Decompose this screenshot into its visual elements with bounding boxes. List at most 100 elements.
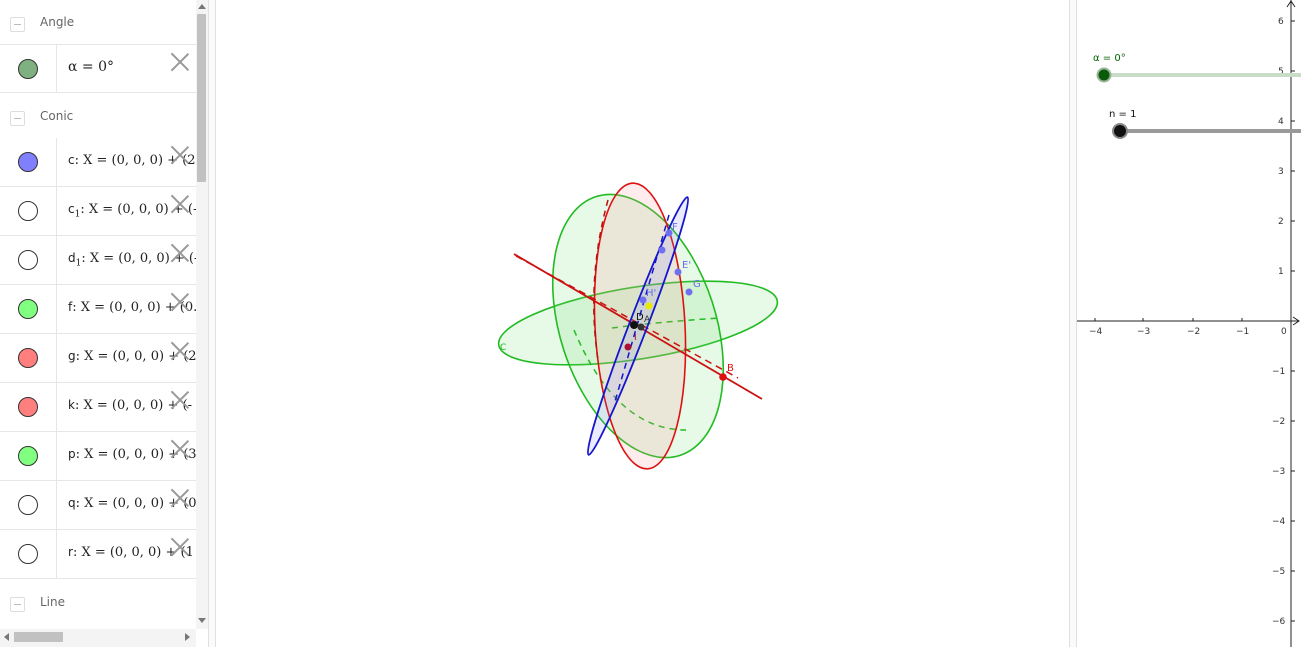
delete-icon[interactable] — [170, 242, 190, 262]
object-name: g — [68, 349, 76, 363]
delete-icon[interactable] — [170, 438, 190, 458]
scroll-down-arrow-icon[interactable] — [198, 618, 206, 623]
algebra-row-alpha[interactable]: α = 0° — [0, 44, 196, 93]
visibility-toggle[interactable] — [0, 334, 57, 382]
algebra-vertical-scrollbar[interactable] — [196, 0, 208, 629]
algebra-row-conic[interactable]: g: X = (0, 0, 0) + (2 — [0, 334, 196, 383]
group-header-line[interactable]: Line — [0, 580, 196, 628]
delete-icon[interactable] — [170, 340, 190, 360]
group-title-line: Line — [40, 595, 66, 609]
point-yellow[interactable] — [645, 302, 653, 310]
point-B[interactable] — [719, 373, 727, 381]
scroll-up-arrow-icon[interactable] — [198, 4, 206, 9]
y-tick-label: −5 — [1272, 567, 1285, 577]
graphics-3d-view[interactable]: F E' G H' D A' B I C — [216, 0, 1070, 647]
x-tick-label: −2 — [1187, 327, 1200, 337]
y-tick-label: 6 — [1278, 17, 1284, 27]
visibility-toggle[interactable] — [0, 187, 57, 235]
algebra-row-conic[interactable]: p: X = (0, 0, 0) + (3 — [0, 432, 196, 481]
label-E: E' — [682, 260, 691, 271]
algebra-row-conic[interactable]: f: X = (0, 0, 0) + (0. — [0, 285, 196, 334]
x-tick-label: −3 — [1137, 327, 1150, 337]
y-tick-label: 4 — [1278, 117, 1284, 127]
graphics-2d-view[interactable]: −4 −3 −2 −1 0 6 5 4 3 2 1 −1 −2 −3 −4 −5 −6 α = 0° n = … — [1077, 0, 1301, 647]
collapse-icon[interactable] — [10, 111, 25, 126]
collapse-icon[interactable] — [10, 17, 25, 32]
point-G[interactable] — [685, 288, 693, 296]
object-name: d — [68, 251, 76, 265]
y-tick-label: −6 — [1272, 617, 1286, 627]
y-tick-label: 3 — [1278, 167, 1284, 177]
y-tick-label: −2 — [1272, 417, 1285, 427]
algebra-row-conic[interactable]: k: X = (0, 0, 0) + (- — [0, 383, 196, 432]
delete-icon[interactable] — [170, 193, 190, 213]
object-name: c — [68, 202, 75, 216]
delete-icon[interactable] — [170, 144, 190, 164]
group-title-angle: Angle — [40, 15, 75, 29]
visibility-toggle[interactable] — [0, 285, 57, 333]
visibility-marble-icon[interactable] — [18, 59, 38, 79]
visibility-toggle[interactable] — [0, 45, 57, 93]
algebra-view: Angle α = 0° Conic c: X = (0, 0, 0) + (2… — [0, 0, 196, 629]
visibility-marble-icon[interactable] — [18, 201, 38, 221]
visibility-marble-icon[interactable] — [18, 348, 38, 368]
object-definition: = 0° — [77, 59, 115, 75]
pane-divider-left[interactable] — [208, 0, 216, 647]
visibility-marble-icon[interactable] — [18, 152, 38, 172]
visibility-marble-icon[interactable] — [18, 446, 38, 466]
y-tick-label: 1 — [1278, 267, 1284, 277]
delete-icon[interactable] — [170, 487, 190, 507]
object-name: q — [68, 496, 76, 510]
slider-n-handle[interactable] — [1112, 123, 1128, 139]
object-name: k — [68, 398, 75, 412]
scroll-left-arrow-icon[interactable] — [4, 633, 9, 641]
x-tick-label: 0 — [1281, 327, 1287, 337]
slider-n-label: n = 1 — [1109, 109, 1136, 120]
visibility-toggle[interactable] — [0, 383, 57, 431]
slider-alpha-handle[interactable] — [1096, 67, 1112, 83]
point-E[interactable] — [674, 268, 682, 276]
visibility-marble-icon[interactable] — [18, 299, 38, 319]
delete-icon[interactable] — [170, 51, 190, 71]
visibility-marble-icon[interactable] — [18, 250, 38, 270]
algebra-row-conic[interactable]: c: X = (0, 0, 0) + (2 — [0, 138, 196, 187]
visibility-toggle[interactable] — [0, 481, 57, 529]
algebra-row-conic[interactable]: d1: X = (0, 0, 0) + (- — [0, 236, 196, 285]
delete-icon[interactable] — [170, 291, 190, 311]
y-tick-label: −3 — [1272, 467, 1285, 477]
pane-divider-right[interactable] — [1069, 0, 1077, 647]
y-tick-label: 2 — [1278, 217, 1284, 227]
x-tick-label: −1 — [1236, 327, 1249, 337]
label-I: I — [634, 333, 637, 343]
algebra-row-conic[interactable]: r: X = (0, 0, 0) + (1 — [0, 530, 196, 579]
y-tick-label: −4 — [1272, 517, 1286, 527]
graphics-2d-canvas[interactable]: −4 −3 −2 −1 0 654321−1−2−3−4−5−6 α = 0° n = … — [1077, 0, 1301, 647]
visibility-toggle[interactable] — [0, 138, 57, 186]
delete-icon[interactable] — [170, 536, 190, 556]
group-header-conic[interactable]: Conic — [0, 94, 196, 142]
algebra-horizontal-scrollbar[interactable] — [0, 629, 196, 647]
scroll-thumb[interactable] — [197, 14, 206, 182]
visibility-marble-icon[interactable] — [18, 544, 38, 564]
point[interactable] — [658, 246, 666, 254]
label-F: F — [672, 222, 678, 233]
scroll-thumb[interactable] — [14, 632, 63, 642]
label-G: G — [693, 279, 701, 290]
scene-3d[interactable]: F E' G H' D A' B I C — [216, 0, 1070, 647]
x-tick-label: −4 — [1089, 327, 1103, 337]
visibility-toggle[interactable] — [0, 236, 57, 284]
visibility-marble-icon[interactable] — [18, 495, 38, 515]
object-name: c — [68, 153, 75, 167]
visibility-toggle[interactable] — [0, 530, 57, 578]
collapse-icon[interactable] — [10, 597, 25, 612]
algebra-row-conic[interactable]: q: X = (0, 0, 0) + (0 — [0, 481, 196, 530]
algebra-row-conic[interactable]: c1: X = (0, 0, 0) + (- — [0, 187, 196, 236]
group-header-angle[interactable]: Angle — [0, 0, 196, 48]
delete-icon[interactable] — [170, 389, 190, 409]
object-name: p — [68, 447, 76, 461]
visibility-toggle[interactable] — [0, 432, 57, 480]
scroll-right-arrow-icon[interactable] — [185, 633, 190, 641]
visibility-marble-icon[interactable] — [18, 397, 38, 417]
label-D: D — [636, 312, 644, 323]
point-I[interactable] — [624, 343, 632, 351]
